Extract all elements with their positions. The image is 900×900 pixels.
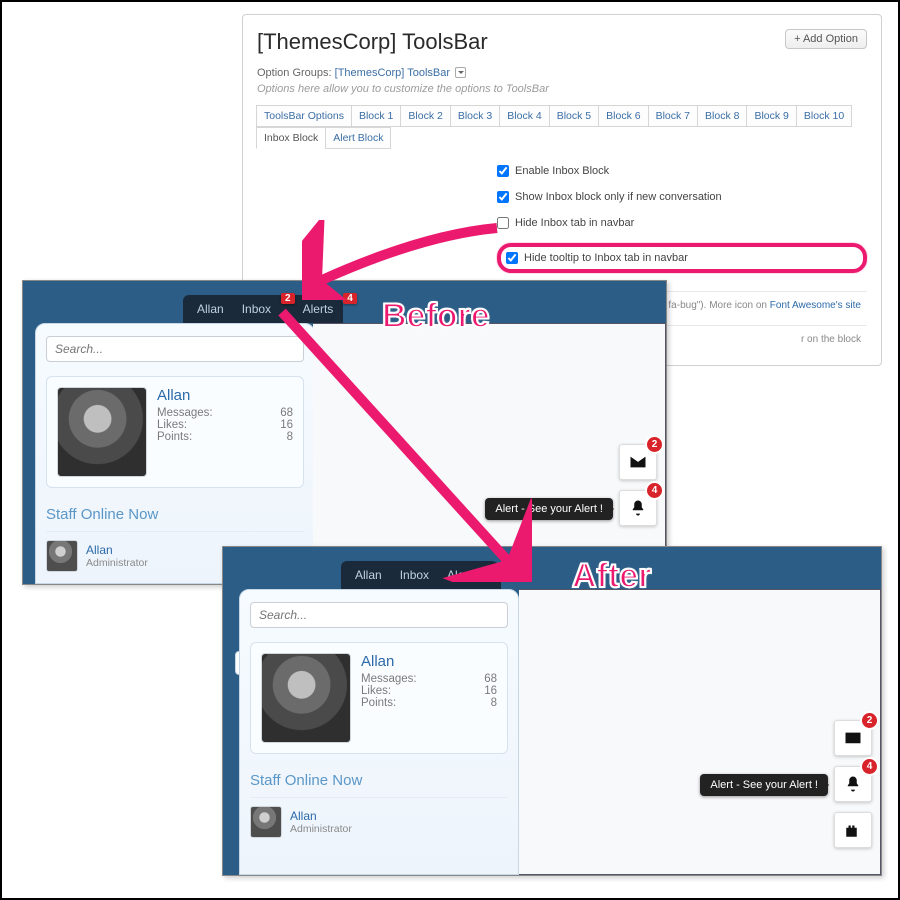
castle-icon [844, 821, 862, 839]
bell-icon [844, 775, 862, 793]
fab-alert-badge: 4 [647, 483, 662, 498]
tab-block-1[interactable]: Block 1 [351, 105, 401, 127]
nav-user[interactable]: Allan [197, 302, 224, 316]
font-awesome-link[interactable]: Font Awesome's site [770, 300, 861, 311]
user-card: Allan Messages:68 Likes:16 Points:8 [250, 642, 508, 754]
fab-alerts[interactable]: 4 [619, 490, 657, 526]
page-title: [ThemesCorp] ToolsBar [257, 29, 488, 55]
avatar [46, 540, 78, 572]
main-area: 2 Alert - See your Alert ! 4 [519, 589, 881, 875]
nav-alerts[interactable]: Alerts [447, 568, 478, 582]
fab-inbox-badge: 2 [862, 713, 877, 728]
search-input[interactable] [250, 602, 508, 628]
staff-online-heading: Staff Online Now [46, 506, 304, 523]
tab-block-5[interactable]: Block 5 [549, 105, 599, 127]
checkbox[interactable] [497, 165, 509, 177]
tab-block-7[interactable]: Block 7 [648, 105, 698, 127]
user-card: Allan Messages:68 Likes:16 Points:8 [46, 376, 304, 488]
alerts-badge: 4 [343, 293, 357, 304]
after-label: After [572, 557, 651, 596]
nav-tabs: Allan Inbox Alerts [341, 561, 501, 589]
forum-preview-after: Allan Inbox Alerts ↗ Allan Messages:68 L… [222, 546, 882, 876]
inbox-badge: 2 [281, 293, 295, 304]
nav-alerts[interactable]: Alerts4 [303, 302, 347, 317]
tab-block-10[interactable]: Block 10 [796, 105, 852, 127]
sidebar: Allan Messages:68 Likes:16 Points:8 Staf… [35, 323, 315, 584]
forum-preview-before: Allan Inbox2 Alerts4 ↗ Allan Messages:68… [22, 280, 667, 585]
tab-block-8[interactable]: Block 8 [697, 105, 747, 127]
tab-block-6[interactable]: Block 6 [598, 105, 648, 127]
main-area: 2 Alert - See your Alert ! 4 [313, 323, 666, 584]
option-group-link[interactable]: [ThemesCorp] ToolsBar [335, 67, 450, 79]
before-label: Before [382, 297, 490, 336]
options-description: Options here allow you to customize the … [257, 83, 867, 95]
search-input[interactable] [46, 336, 304, 362]
tab-block-2[interactable]: Block 2 [400, 105, 450, 127]
sidebar: Allan Messages:68 Likes:16 Points:8 Staf… [239, 589, 519, 875]
option-show-only-new[interactable]: Show Inbox block only if new conversatio… [497, 191, 867, 203]
user-name[interactable]: Allan [361, 653, 497, 670]
nav-tabs: Allan Inbox2 Alerts4 [183, 295, 343, 323]
chevron-down-icon[interactable] [455, 67, 466, 78]
nav-inbox[interactable]: Inbox [400, 568, 429, 582]
bell-icon [629, 499, 647, 517]
checkbox[interactable] [506, 252, 518, 264]
staff-online-heading: Staff Online Now [250, 772, 508, 789]
add-option-button[interactable]: + Add Option [785, 29, 867, 49]
option-enable-inbox[interactable]: Enable Inbox Block [497, 165, 867, 177]
tab-alert-block[interactable]: Alert Block [325, 127, 391, 149]
option-groups-line: Option Groups: [ThemesCorp] ToolsBar [257, 65, 867, 79]
option-hide-inbox-tab[interactable]: Hide Inbox tab in navbar [497, 217, 867, 229]
tab-inbox-block[interactable]: Inbox Block [256, 127, 326, 149]
tab-block-3[interactable]: Block 3 [450, 105, 500, 127]
avatar[interactable] [261, 653, 351, 743]
fab-extra[interactable] [834, 812, 872, 848]
nav-user[interactable]: Allan [355, 568, 382, 582]
fab-alert-badge: 4 [862, 759, 877, 774]
checkbox[interactable] [497, 191, 509, 203]
alert-tooltip: Alert - See your Alert ! [485, 498, 613, 520]
highlighted-option: Hide tooltip to Inbox tab in navbar [497, 243, 867, 273]
options-list: Enable Inbox Block Show Inbox block only… [497, 165, 867, 273]
user-name[interactable]: Allan [157, 387, 293, 404]
tab-row: ToolsBar OptionsBlock 1Block 2Block 3Blo… [257, 105, 867, 149]
nav-inbox[interactable]: Inbox2 [242, 302, 285, 317]
fab-inbox-badge: 2 [647, 437, 662, 452]
option-hide-tooltip[interactable]: Hide tooltip to Inbox tab in navbar [506, 252, 688, 264]
tab-block-4[interactable]: Block 4 [499, 105, 549, 127]
checkbox[interactable] [497, 217, 509, 229]
fab-alerts[interactable]: 4 [834, 766, 872, 802]
staff-item[interactable]: Allan Administrator [250, 797, 508, 838]
envelope-icon [844, 729, 862, 747]
tab-toolsbar-options[interactable]: ToolsBar Options [256, 105, 352, 127]
avatar [250, 806, 282, 838]
fab-inbox[interactable]: 2 [834, 720, 872, 756]
fab-inbox[interactable]: 2 [619, 444, 657, 480]
envelope-icon [629, 453, 647, 471]
tab-block-9[interactable]: Block 9 [746, 105, 796, 127]
avatar[interactable] [57, 387, 147, 477]
alert-tooltip: Alert - See your Alert ! [700, 774, 828, 796]
